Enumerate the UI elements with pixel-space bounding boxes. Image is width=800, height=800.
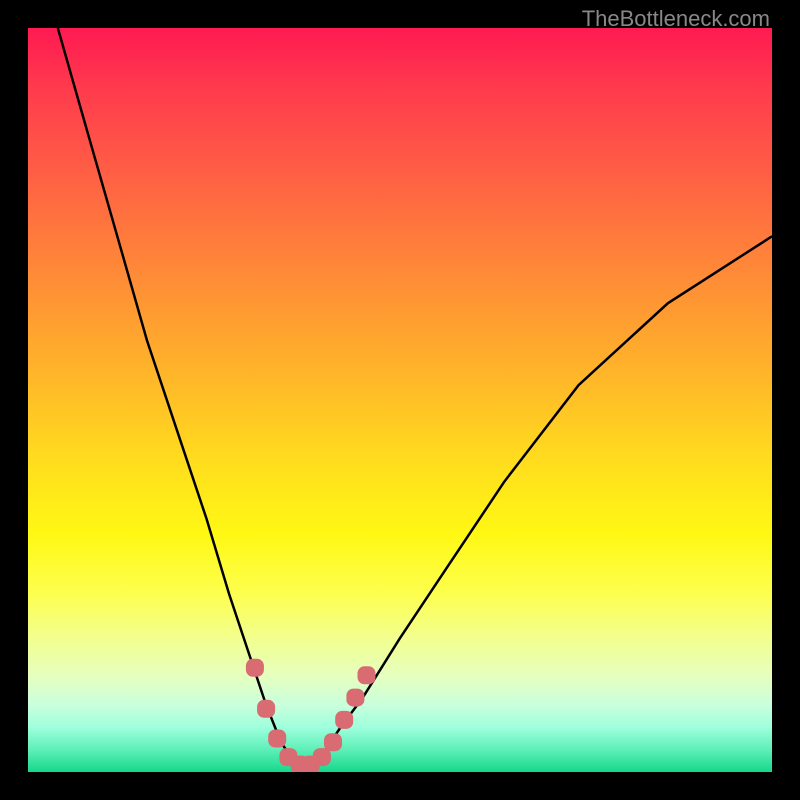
watermark-text: TheBottleneck.com — [582, 6, 770, 32]
optimal-marker — [246, 659, 264, 677]
chart-frame: TheBottleneck.com — [0, 0, 800, 800]
optimal-marker — [335, 711, 353, 729]
optimal-marker — [358, 666, 376, 684]
optimal-marker — [346, 689, 364, 707]
optimal-zone-markers — [246, 659, 376, 772]
optimal-marker — [268, 730, 286, 748]
bottleneck-curve — [58, 28, 772, 765]
optimal-marker — [257, 700, 275, 718]
optimal-marker — [324, 733, 342, 751]
plot-area — [28, 28, 772, 772]
optimal-marker — [313, 748, 331, 766]
chart-svg — [28, 28, 772, 772]
